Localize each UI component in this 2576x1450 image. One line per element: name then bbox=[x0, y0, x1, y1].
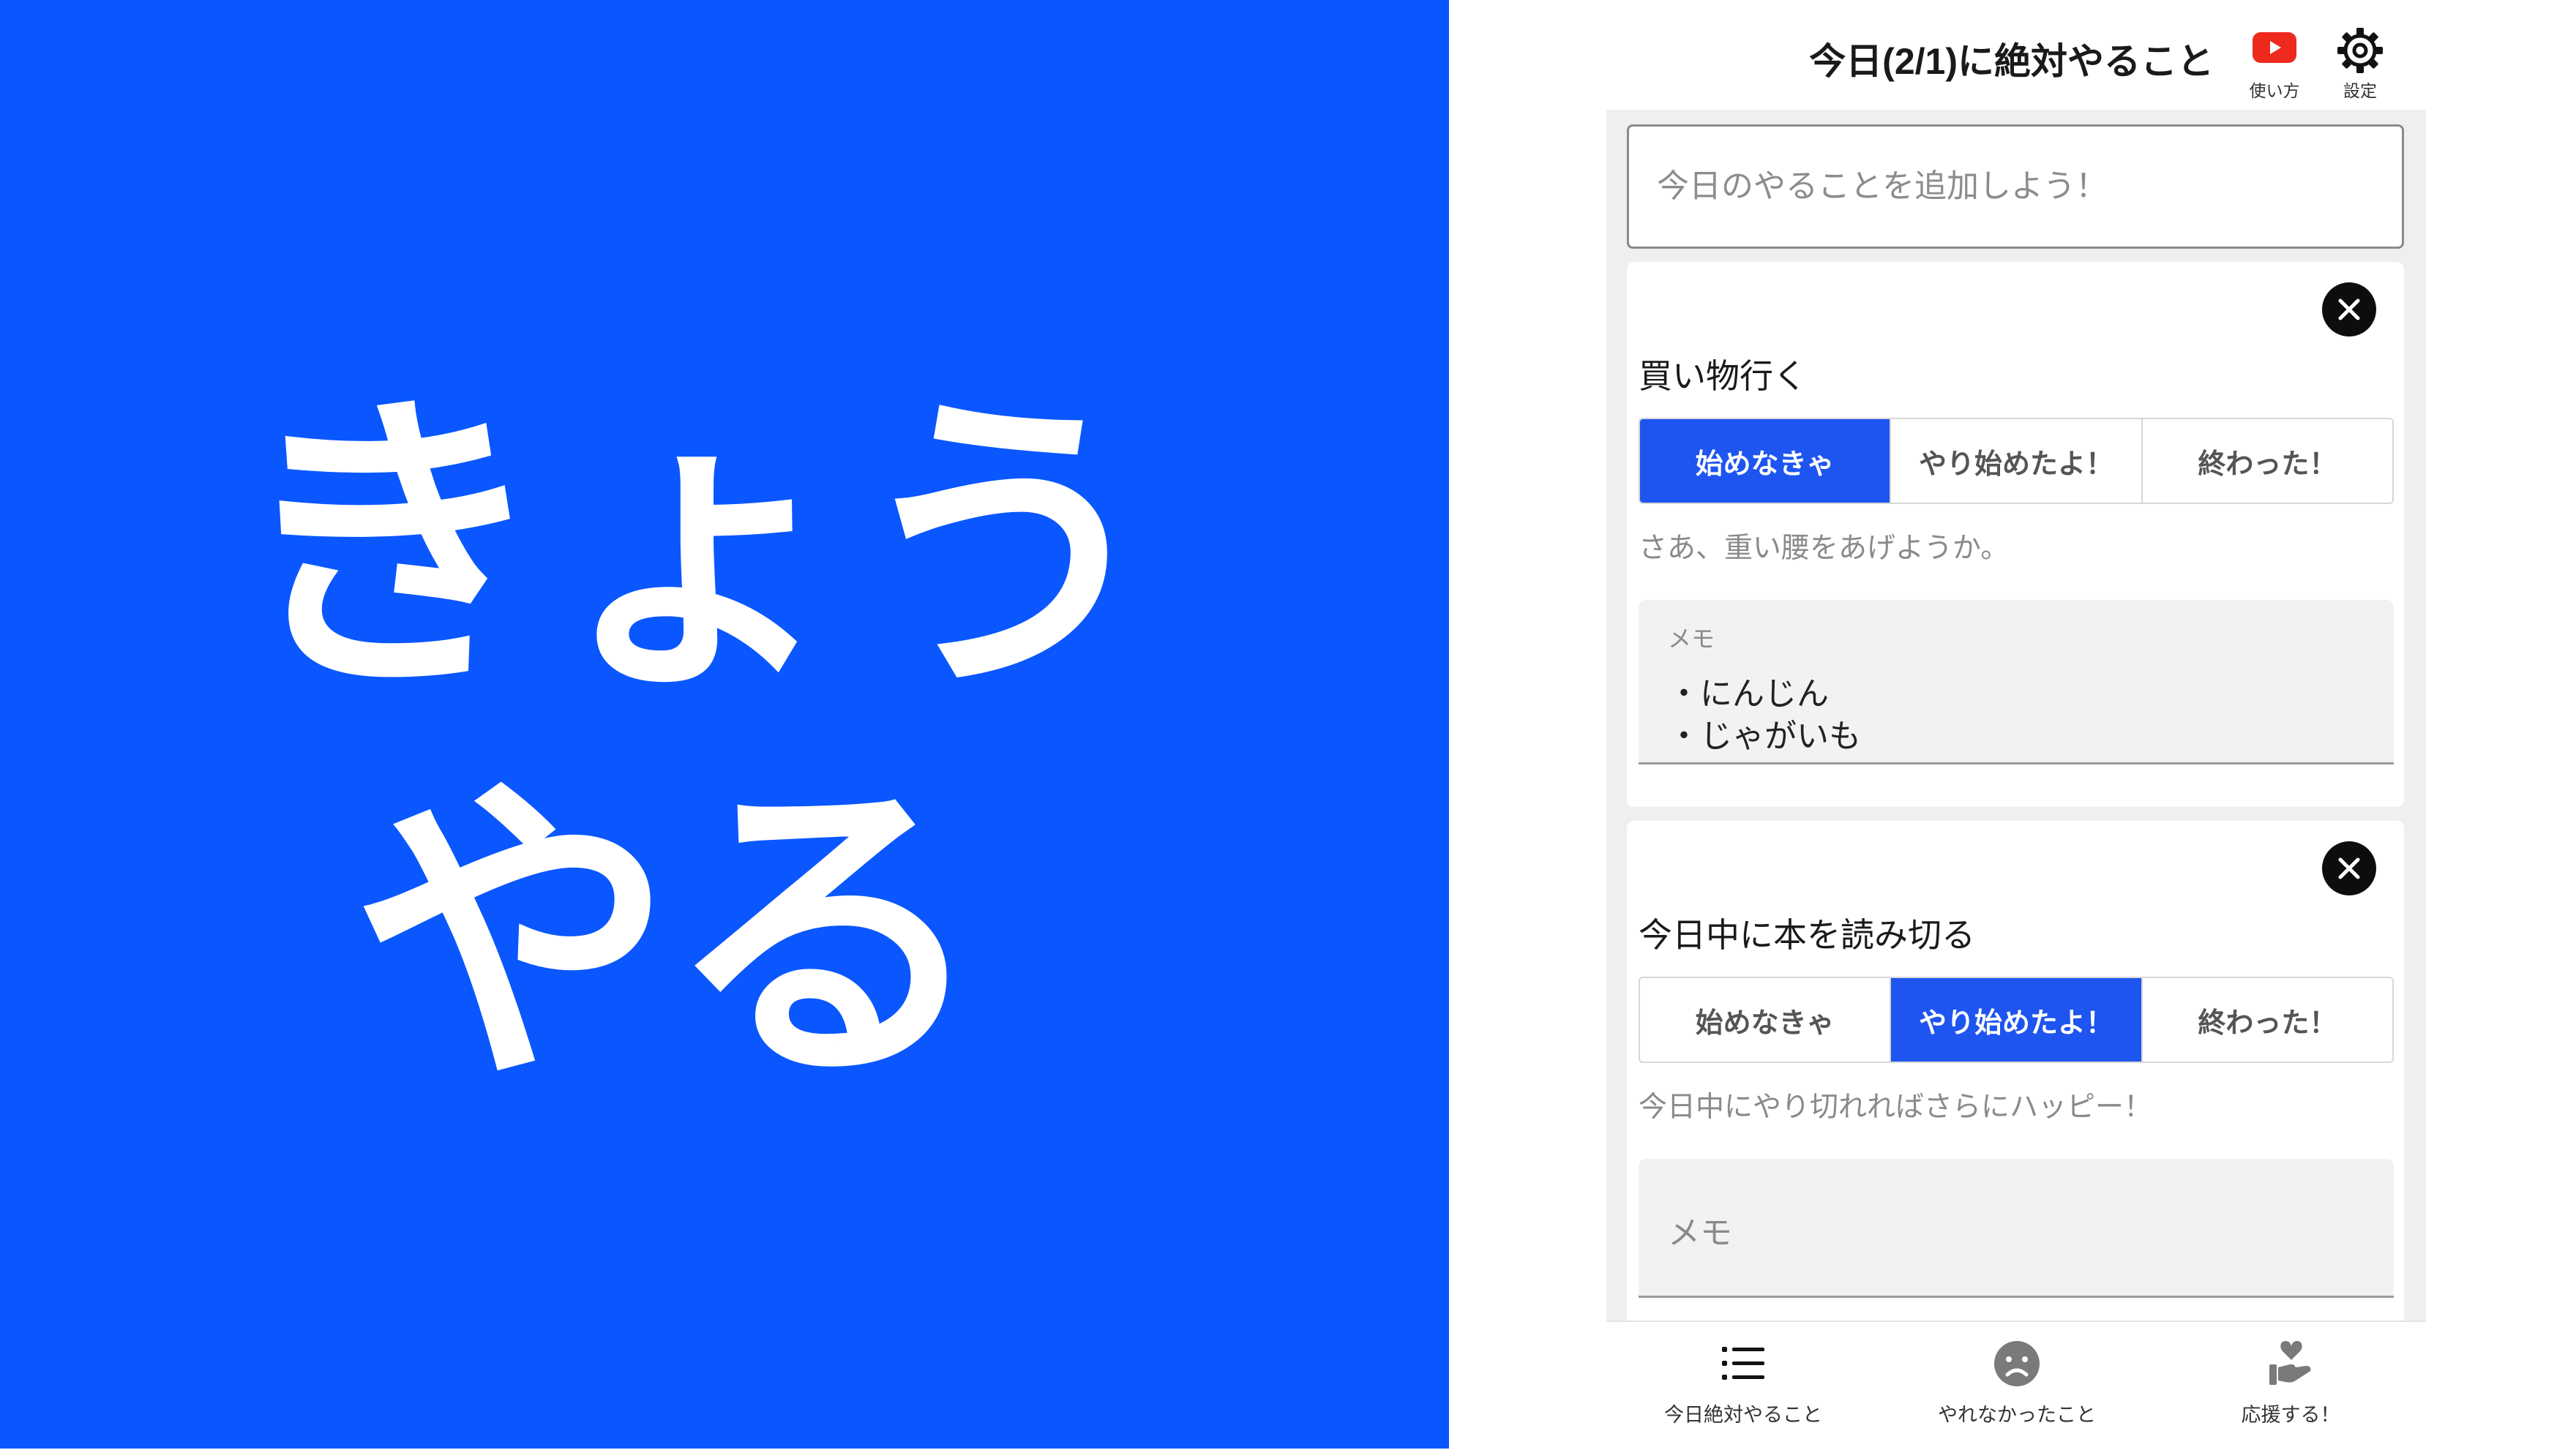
memo-line: ・じゃがいも bbox=[1668, 718, 1861, 754]
status-done-button[interactable]: 終わった！ bbox=[2142, 419, 2392, 503]
memo-field[interactable]: メモ bbox=[1639, 1159, 2394, 1298]
task-title: 買い物行く bbox=[1639, 357, 1807, 395]
howto-label: 使い方 bbox=[2249, 82, 2300, 101]
status-in-progress-button[interactable]: やり始めたよ！ bbox=[1891, 978, 2143, 1062]
nav-label: やれなかったこと bbox=[1938, 1404, 2096, 1427]
brand-logo-line1: きょう bbox=[234, 366, 1164, 732]
nav-support[interactable]: 応援する！ bbox=[2154, 1322, 2427, 1450]
nav-label: 今日絶対やること bbox=[1664, 1404, 1822, 1427]
task-card: 買い物行く 始めなきゃ やり始めたよ！ 終わった！ さあ、重い腰をあげようか。 … bbox=[1627, 262, 2404, 807]
nav-today-tasks[interactable]: 今日絶対やること bbox=[1606, 1322, 1880, 1450]
sad-face-icon bbox=[1994, 1341, 2040, 1386]
status-not-started-button[interactable]: 始めなきゃ bbox=[1640, 419, 1892, 503]
gear-icon bbox=[2337, 28, 2383, 73]
howto-button[interactable]: 使い方 bbox=[2234, 22, 2315, 102]
app-screen: 今日(2/1)に絶対やること 使い方 設定 今日のやることを追加しよう！ 買い物… bbox=[1606, 0, 2426, 1449]
brand-panel: きょう やる bbox=[0, 0, 1449, 1449]
youtube-icon bbox=[2253, 32, 2296, 63]
app-header: 今日(2/1)に絶対やること 使い方 設定 bbox=[1606, 0, 2426, 110]
bottom-nav: 今日絶対やること やれなかったこと 応援する！ bbox=[1606, 1321, 2426, 1449]
delete-task-button[interactable] bbox=[2322, 282, 2376, 337]
memo-label: メモ bbox=[1668, 625, 1715, 653]
status-not-started-button[interactable]: 始めなきゃ bbox=[1640, 978, 1892, 1062]
task-card: 今日中に本を読み切る 始めなきゃ やり始めたよ！ 終わった！ 今日中にやり切れれ… bbox=[1627, 821, 2404, 1333]
memo-line: ・にんじん bbox=[1668, 676, 1829, 712]
page-title: 今日(2/1)に絶対やること bbox=[1809, 41, 2214, 82]
memo-placeholder: メモ bbox=[1668, 1214, 1732, 1252]
status-selector: 始めなきゃ やり始めたよ！ 終わった！ bbox=[1639, 418, 2394, 504]
close-icon bbox=[2338, 857, 2360, 879]
status-selector: 始めなきゃ やり始めたよ！ 終わった！ bbox=[1639, 977, 2394, 1063]
close-icon bbox=[2338, 298, 2360, 320]
status-in-progress-button[interactable]: やり始めたよ！ bbox=[1891, 419, 2143, 503]
heart-hand-icon bbox=[2269, 1341, 2311, 1385]
status-done-button[interactable]: 終わった！ bbox=[2142, 978, 2392, 1062]
nav-label: 応援する！ bbox=[2241, 1404, 2340, 1427]
status-hint: 今日中にやり切れればさらにハッピー！ bbox=[1639, 1092, 2153, 1123]
memo-field[interactable]: メモ ・にんじん ・じゃがいも bbox=[1639, 600, 2394, 765]
delete-task-button[interactable] bbox=[2322, 841, 2376, 895]
settings-label: 設定 bbox=[2343, 82, 2377, 101]
settings-button[interactable]: 設定 bbox=[2320, 22, 2400, 102]
task-title: 今日中に本を読み切る bbox=[1639, 916, 1975, 954]
nav-undone-tasks[interactable]: やれなかったこと bbox=[1880, 1322, 2154, 1450]
add-task-input[interactable] bbox=[1627, 124, 2404, 249]
brand-logo-line2: やる bbox=[351, 749, 988, 1124]
status-hint: さあ、重い腰をあげようか。 bbox=[1639, 533, 2010, 564]
list-icon bbox=[1722, 1347, 1764, 1380]
